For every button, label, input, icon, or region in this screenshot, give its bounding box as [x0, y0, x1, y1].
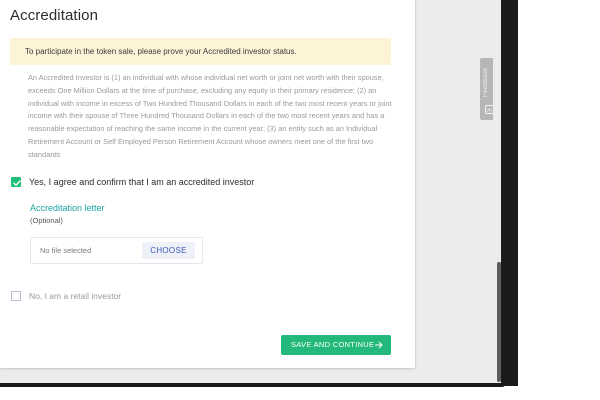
accredited-checkbox[interactable]	[11, 177, 21, 187]
save-button-label: SAVE AND CONTINUE	[291, 340, 375, 349]
file-status-text: No file selected	[40, 246, 92, 255]
accreditation-letter-title: Accreditation letter	[30, 203, 105, 213]
retail-option-label[interactable]: No, I am a retail investor	[29, 291, 121, 302]
device-frame-bottom	[0, 383, 506, 387]
accredited-option-label[interactable]: Yes, I agree and confirm that I am an ac…	[29, 177, 254, 188]
save-and-continue-button[interactable]: SAVE AND CONTINUE	[281, 335, 391, 355]
file-upload-field: No file selected CHOOSE	[30, 237, 203, 264]
retail-checkbox[interactable]	[11, 291, 21, 301]
device-bottom-area	[0, 386, 518, 400]
check-icon	[13, 180, 21, 186]
arrow-right-icon	[375, 341, 383, 349]
accredited-investor-definition: An Accredited Investor is (1) an individ…	[28, 73, 392, 159]
optional-hint: (Optional)	[30, 216, 63, 225]
device-frame-edge	[501, 0, 518, 400]
notice-banner: To participate in the token sale, please…	[10, 38, 391, 65]
choose-file-button[interactable]: CHOOSE	[142, 242, 195, 259]
page-title: Accreditation	[10, 7, 99, 24]
accreditation-card: Accreditation To participate in the toke…	[0, 0, 415, 368]
